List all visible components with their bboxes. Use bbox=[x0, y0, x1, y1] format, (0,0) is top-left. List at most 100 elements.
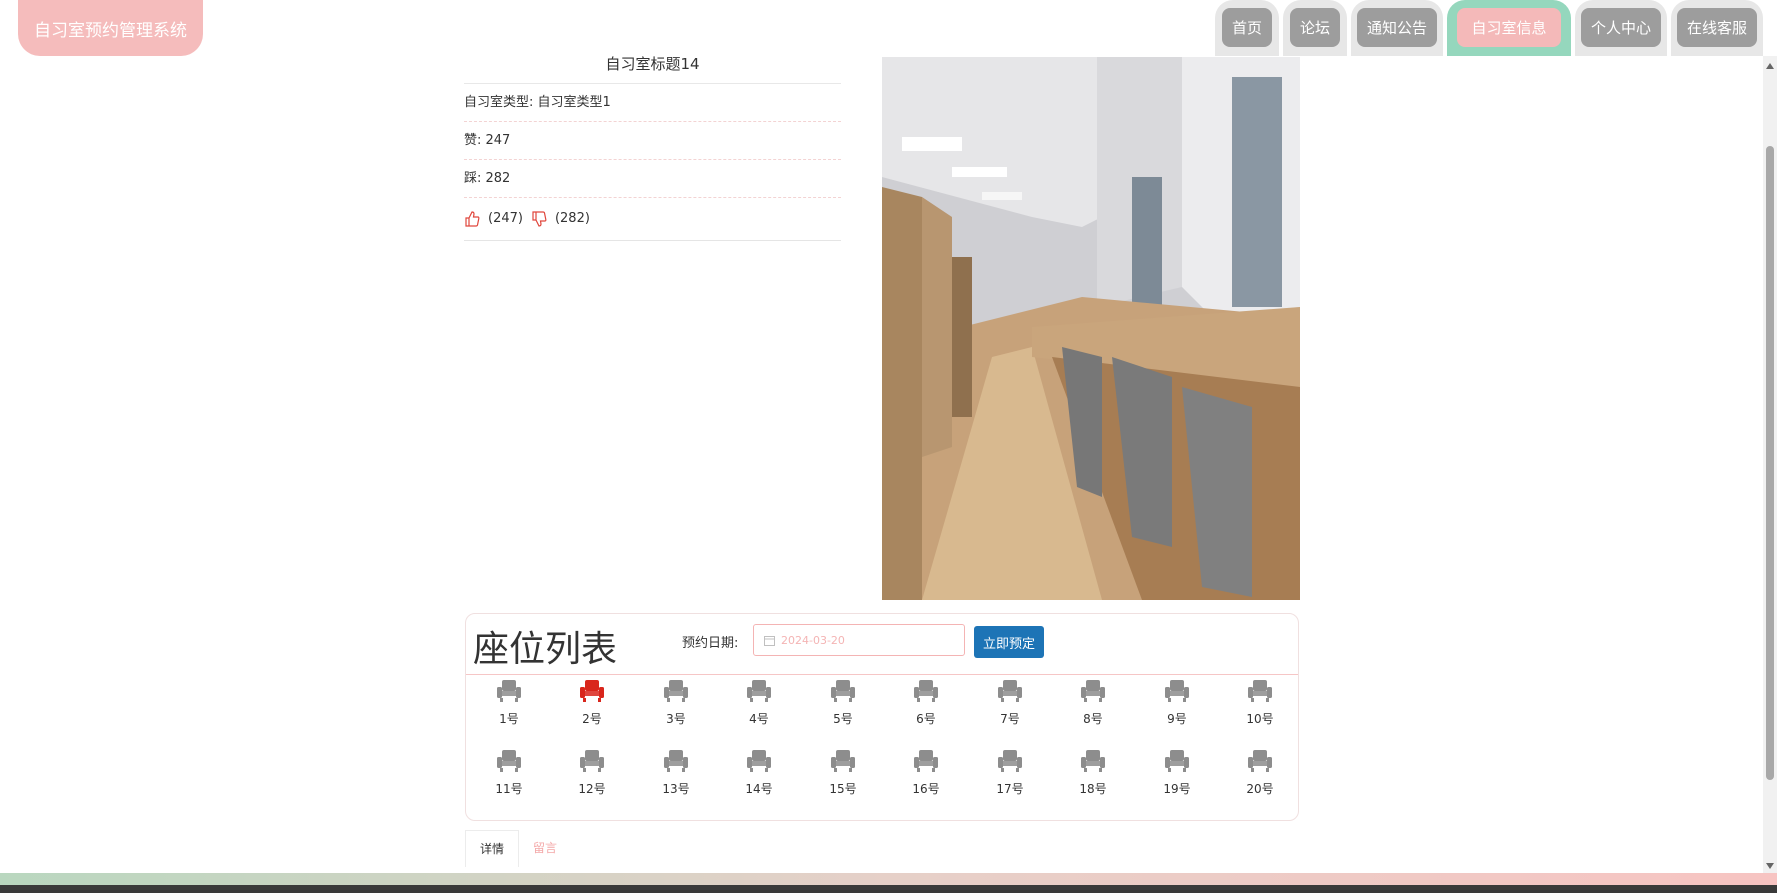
nav-tab-forum[interactable]: 论坛 bbox=[1283, 0, 1347, 56]
seat-item[interactable]: 3号 bbox=[646, 678, 706, 727]
footer-gradient-bar bbox=[0, 873, 1777, 885]
armchair-icon bbox=[747, 680, 771, 702]
armchair-icon bbox=[747, 750, 771, 772]
seat-item[interactable]: 10号 bbox=[1230, 678, 1290, 727]
seat-label: 17号 bbox=[996, 782, 1024, 796]
armchair-icon bbox=[914, 750, 938, 772]
nav-home-label: 首页 bbox=[1221, 8, 1272, 47]
seat-item[interactable]: 9号 bbox=[1147, 678, 1207, 727]
nav-tab-online-service[interactable]: 在线客服 bbox=[1671, 0, 1763, 56]
nav-forum-label: 论坛 bbox=[1289, 8, 1340, 47]
footer-strip bbox=[0, 885, 1777, 893]
armchair-icon bbox=[497, 680, 521, 702]
room-photo bbox=[882, 57, 1300, 600]
armchair-icon bbox=[497, 750, 521, 772]
seat-list-title: 座位列表 bbox=[473, 629, 618, 670]
calendar-icon bbox=[764, 635, 775, 646]
seat-item[interactable]: 2号 bbox=[562, 678, 622, 727]
seat-label: 5号 bbox=[833, 712, 853, 726]
scroll-thumb[interactable] bbox=[1766, 146, 1774, 780]
armchair-icon bbox=[998, 750, 1022, 772]
page-scrollbar[interactable] bbox=[1763, 56, 1777, 876]
vote-row: (247) (282) bbox=[464, 198, 841, 241]
seat-label: 11号 bbox=[495, 782, 523, 796]
armchair-icon bbox=[1248, 750, 1272, 772]
seat-label: 7号 bbox=[1000, 712, 1020, 726]
nav-tab-study-room[interactable]: 自习室信息 bbox=[1447, 0, 1571, 56]
booking-date-label: 预约日期: bbox=[682, 636, 739, 651]
seat-item[interactable]: 14号 bbox=[729, 748, 789, 797]
thumbs-down-icon[interactable] bbox=[531, 211, 547, 227]
seat-item[interactable]: 5号 bbox=[813, 678, 873, 727]
seat-item[interactable]: 1号 bbox=[479, 678, 539, 727]
seat-label: 12号 bbox=[578, 782, 606, 796]
seat-label: 16号 bbox=[912, 782, 940, 796]
app-title: 自习室预约管理系统 bbox=[34, 20, 187, 41]
seat-label: 13号 bbox=[662, 782, 690, 796]
seat-item[interactable]: 6号 bbox=[896, 678, 956, 727]
scroll-up-arrow-icon[interactable] bbox=[1766, 63, 1774, 69]
seat-label: 2号 bbox=[582, 712, 602, 726]
seat-item[interactable]: 11号 bbox=[479, 748, 539, 797]
armchair-icon bbox=[580, 680, 604, 702]
armchair-icon bbox=[1165, 680, 1189, 702]
seat-label: 6号 bbox=[916, 712, 936, 726]
nav-online-service-label: 在线客服 bbox=[1676, 8, 1757, 47]
room-title: 自习室标题14 bbox=[464, 50, 841, 84]
seat-label: 14号 bbox=[745, 782, 773, 796]
book-now-button[interactable]: 立即预定 bbox=[974, 626, 1044, 658]
armchair-icon bbox=[998, 680, 1022, 702]
seat-list-panel: 座位列表 预约日期: 2024-03-20 立即预定 1号 2号 3号 4号 5号 6号 7… bbox=[465, 613, 1299, 821]
tab-comments[interactable]: 留言 bbox=[519, 830, 571, 866]
nav-tab-notice[interactable]: 通知公告 bbox=[1351, 0, 1443, 56]
armchair-icon bbox=[1165, 750, 1189, 772]
room-type: 自习室类型: 自习室类型1 bbox=[464, 84, 841, 122]
seat-item[interactable]: 19号 bbox=[1147, 748, 1207, 797]
seat-list-header: 座位列表 预约日期: 2024-03-20 立即预定 bbox=[466, 614, 1298, 675]
like-count: (247) bbox=[488, 211, 523, 226]
detail-tabs: 详情 留言 bbox=[465, 830, 571, 867]
seat-label: 3号 bbox=[666, 712, 686, 726]
seat-item[interactable]: 18号 bbox=[1063, 748, 1123, 797]
app-logo[interactable]: 自习室预约管理系统 bbox=[18, 0, 203, 56]
seat-label: 4号 bbox=[749, 712, 769, 726]
armchair-icon bbox=[1081, 680, 1105, 702]
armchair-icon bbox=[831, 680, 855, 702]
seat-item[interactable]: 15号 bbox=[813, 748, 873, 797]
nav-notice-label: 通知公告 bbox=[1356, 8, 1437, 47]
seat-label: 1号 bbox=[499, 712, 519, 726]
seat-label: 9号 bbox=[1167, 712, 1187, 726]
armchair-icon bbox=[831, 750, 855, 772]
seat-item[interactable]: 20号 bbox=[1230, 748, 1290, 797]
booking-date-placeholder: 2024-03-20 bbox=[781, 633, 845, 647]
armchair-icon bbox=[664, 750, 688, 772]
booking-date-input[interactable]: 2024-03-20 bbox=[753, 624, 965, 656]
armchair-icon bbox=[580, 750, 604, 772]
seat-item[interactable]: 13号 bbox=[646, 748, 706, 797]
nav-study-room-label: 自习室信息 bbox=[1457, 8, 1561, 47]
seat-label: 20号 bbox=[1246, 782, 1274, 796]
scroll-down-arrow-icon[interactable] bbox=[1766, 863, 1774, 869]
seat-label: 10号 bbox=[1246, 712, 1274, 726]
room-info-panel: 自习室标题14 自习室类型: 自习室类型1 赞: 247 踩: 282 (247… bbox=[464, 50, 841, 241]
nav-personal-center-label: 个人中心 bbox=[1580, 8, 1661, 47]
seat-label: 18号 bbox=[1079, 782, 1107, 796]
seat-item[interactable]: 7号 bbox=[980, 678, 1040, 727]
seat-item[interactable]: 4号 bbox=[729, 678, 789, 727]
nav-tab-personal-center[interactable]: 个人中心 bbox=[1575, 0, 1667, 56]
seat-label: 15号 bbox=[829, 782, 857, 796]
room-dislikes: 踩: 282 bbox=[464, 160, 841, 198]
seat-item[interactable]: 17号 bbox=[980, 748, 1040, 797]
tab-details[interactable]: 详情 bbox=[465, 830, 520, 867]
armchair-icon bbox=[914, 680, 938, 702]
seat-label: 8号 bbox=[1083, 712, 1103, 726]
room-likes: 赞: 247 bbox=[464, 122, 841, 160]
armchair-icon bbox=[664, 680, 688, 702]
seat-item[interactable]: 16号 bbox=[896, 748, 956, 797]
dislike-count: (282) bbox=[554, 211, 590, 226]
seat-item[interactable]: 12号 bbox=[562, 748, 622, 797]
nav-tab-home[interactable]: 首页 bbox=[1215, 0, 1279, 56]
armchair-icon bbox=[1081, 750, 1105, 772]
thumbs-up-icon[interactable] bbox=[464, 211, 480, 227]
seat-item[interactable]: 8号 bbox=[1063, 678, 1123, 727]
